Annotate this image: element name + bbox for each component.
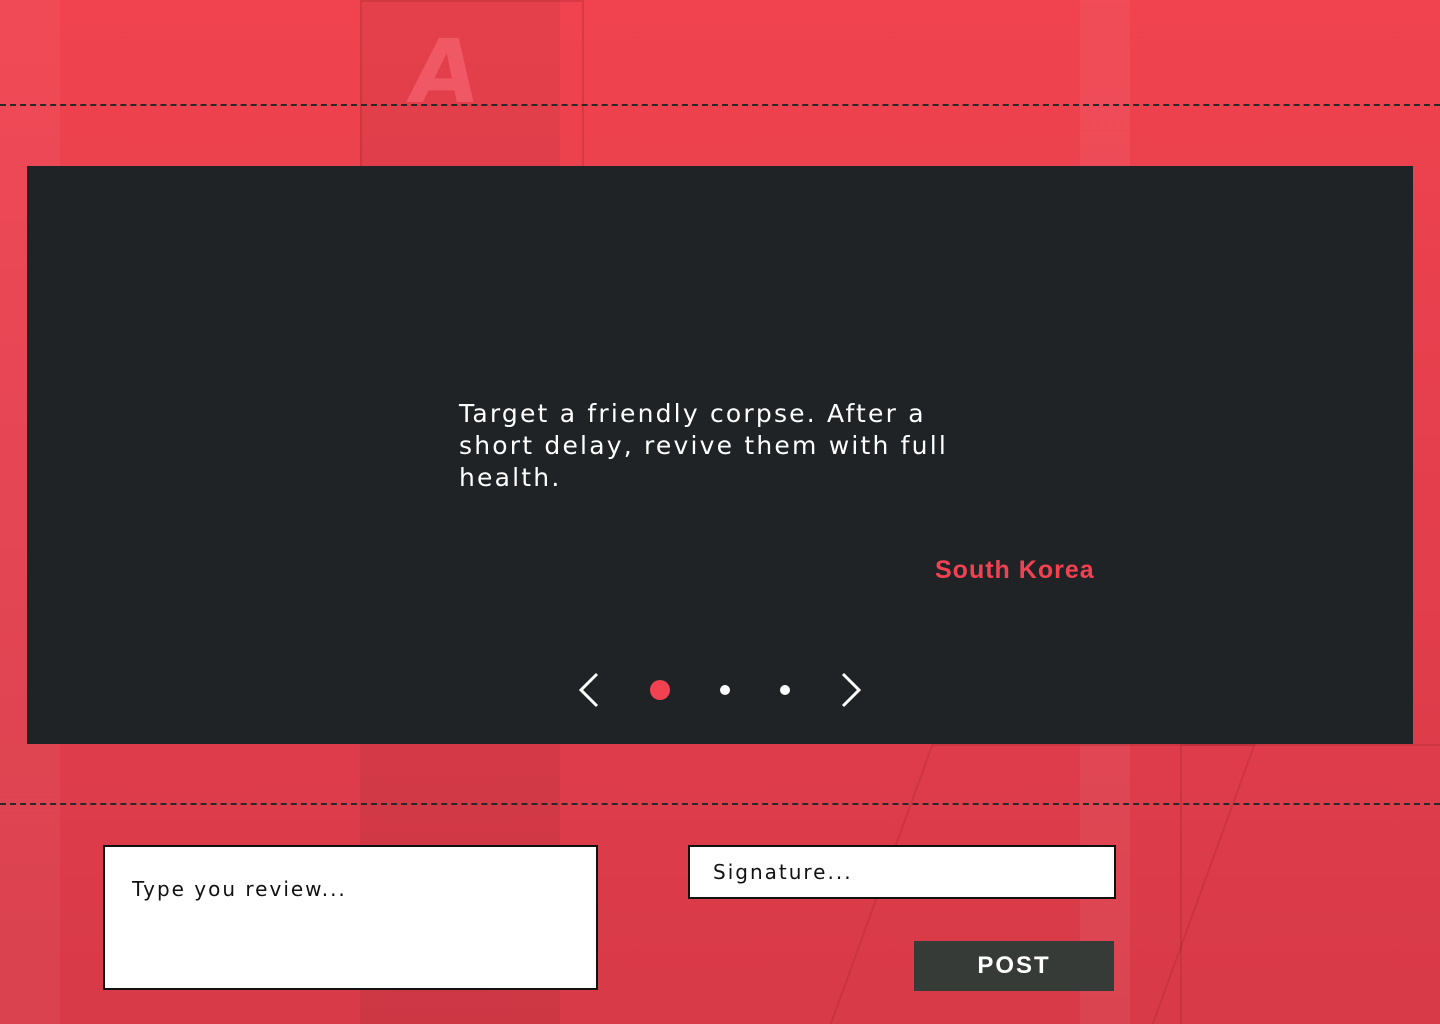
background-logo-letter: A	[402, 20, 486, 123]
next-slide-button[interactable]	[835, 672, 865, 708]
chevron-left-icon	[578, 672, 599, 708]
previous-slide-button[interactable]	[575, 672, 605, 708]
post-button[interactable]: POST	[914, 941, 1114, 991]
testimonial-country: South Korea	[935, 556, 1095, 584]
carousel-pagination	[27, 672, 1413, 708]
carousel-dot-1-active[interactable]	[650, 680, 670, 700]
bottom-divider	[0, 803, 1440, 805]
testimonial-card: Target a friendly corpse. After a short …	[27, 166, 1413, 744]
signature-input[interactable]	[688, 845, 1116, 899]
top-divider	[0, 104, 1440, 106]
review-input[interactable]	[103, 845, 598, 990]
testimonial-quote: Target a friendly corpse. After a short …	[459, 399, 949, 492]
carousel-dot-2[interactable]	[720, 685, 730, 695]
carousel-dot-3[interactable]	[780, 685, 790, 695]
chevron-right-icon	[841, 672, 862, 708]
background-structure	[1180, 744, 1440, 1024]
